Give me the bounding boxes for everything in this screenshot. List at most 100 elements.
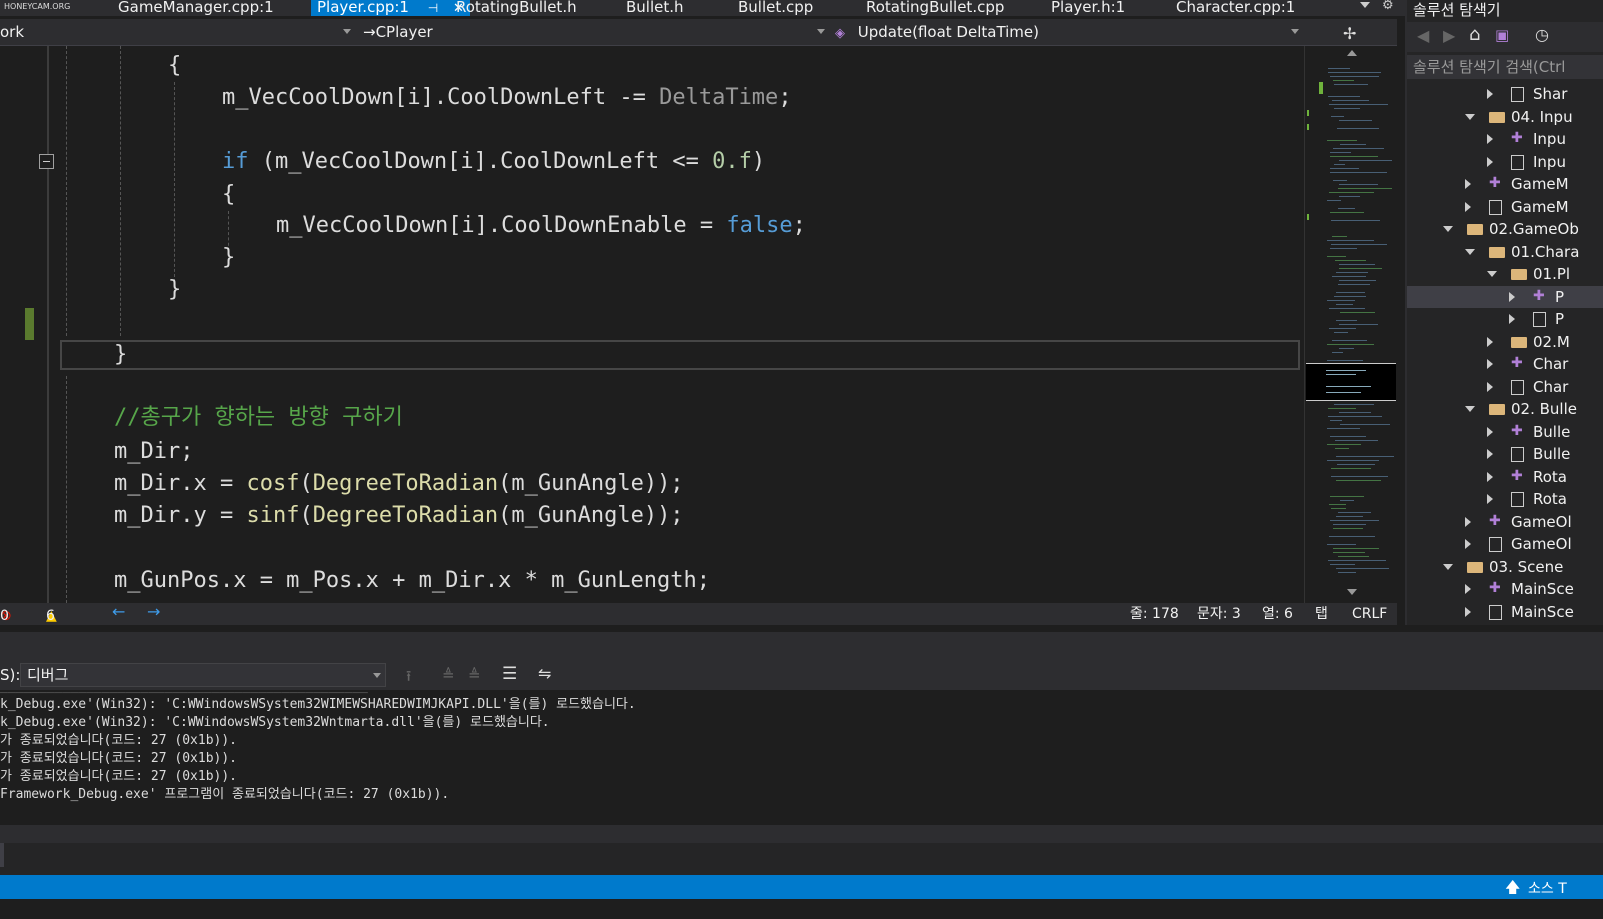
tree-item[interactable]: 01.Pl: [1407, 263, 1603, 285]
collapsed-arrow-icon[interactable]: [1465, 179, 1471, 189]
next-message-icon[interactable]: ≜: [468, 666, 481, 684]
tree-item[interactable]: 02.M: [1407, 331, 1603, 353]
history-icon[interactable]: ◷: [1535, 25, 1549, 44]
previous-message-icon[interactable]: ≜: [442, 666, 455, 684]
tree-item[interactable]: ✚ Inpu: [1407, 128, 1603, 150]
collapsed-arrow-icon[interactable]: [1487, 134, 1493, 144]
collapsed-arrow-icon[interactable]: [1487, 336, 1493, 347]
expanded-arrow-icon[interactable]: [1443, 226, 1453, 232]
tree-item-label: P: [1555, 310, 1565, 328]
collapsed-arrow-icon[interactable]: [1487, 359, 1493, 369]
project-name: ork: [0, 23, 25, 41]
project-dropdown[interactable]: ork: [0, 20, 355, 44]
tree-item[interactable]: GameM: [1407, 196, 1603, 218]
output-source-select[interactable]: 디버그: [20, 663, 386, 687]
tree-item[interactable]: Shar: [1407, 83, 1603, 105]
tree-item[interactable]: P: [1407, 308, 1603, 330]
back-icon[interactable]: ◀: [1417, 26, 1429, 45]
cpp-file-icon: ✚: [1511, 467, 1523, 484]
minimap-line: [1340, 424, 1390, 425]
collapsed-arrow-icon[interactable]: [1487, 494, 1493, 504]
indent-guide: [66, 376, 67, 603]
tab-player-h[interactable]: Player.h:1: [1051, 0, 1125, 16]
tree-item[interactable]: 02. Bulle: [1407, 398, 1603, 420]
expanded-arrow-icon[interactable]: [1465, 248, 1475, 255]
navigate-forward-icon[interactable]: →: [147, 603, 160, 621]
tree-item[interactable]: 02.GameOb: [1407, 218, 1603, 240]
tree-item[interactable]: 01.Chara: [1407, 241, 1603, 263]
home-icon[interactable]: ⌂: [1469, 24, 1480, 45]
tab-overflow-icon[interactable]: [1360, 2, 1370, 8]
tab-gamemanager-cpp[interactable]: GameManager.cpp:1: [118, 0, 274, 16]
source-control-button[interactable]: 소스 T: [1528, 878, 1567, 898]
expanded-arrow-icon[interactable]: [1487, 271, 1497, 277]
collapsed-arrow-icon[interactable]: [1465, 606, 1471, 617]
tree-item[interactable]: ✚ Rota: [1407, 466, 1603, 488]
method-icon: ◈: [835, 26, 845, 41]
collapsed-arrow-icon[interactable]: [1487, 449, 1493, 459]
output-text[interactable]: ________________________________________…: [0, 690, 1603, 825]
eol-indicator[interactable]: CRLF: [1352, 605, 1387, 623]
expanded-arrow-icon[interactable]: [1465, 113, 1475, 120]
collapsed-arrow-icon[interactable]: [1487, 89, 1493, 99]
scroll-thumb[interactable]: [1306, 363, 1396, 401]
pin-icon[interactable]: ⊣: [428, 1, 438, 15]
scrollbar-map[interactable]: [1304, 46, 1398, 603]
expanded-arrow-icon[interactable]: [1465, 406, 1475, 412]
find-message-icon[interactable]: ⭱: [406, 666, 411, 691]
collapse-icon[interactable]: [39, 154, 54, 169]
tree-item[interactable]: 03. Scene: [1407, 556, 1603, 578]
tab-bullet-h[interactable]: Bullet.h: [626, 0, 684, 16]
class-dropdown[interactable]: →CPlayer: [363, 20, 829, 44]
gear-icon[interactable]: ⚙: [1382, 0, 1394, 13]
word-wrap-icon[interactable]: ⇋: [538, 664, 551, 683]
tree-item[interactable]: ✚ P: [1407, 285, 1603, 308]
collapsed-arrow-icon[interactable]: [1487, 471, 1493, 482]
collapsed-arrow-icon[interactable]: [1465, 201, 1471, 212]
tree-item-label: 02.GameOb: [1489, 220, 1579, 238]
tab-bullet-cpp[interactable]: Bullet.cpp: [738, 0, 813, 16]
clear-all-icon[interactable]: ☰: [502, 664, 517, 684]
output-horizontal-scrollbar[interactable]: [0, 825, 1603, 843]
scroll-down-icon[interactable]: [1347, 589, 1357, 595]
tree-item[interactable]: Inpu: [1407, 151, 1603, 173]
collapsed-arrow-icon[interactable]: [1465, 539, 1471, 549]
collapsed-arrow-icon[interactable]: [1487, 156, 1493, 167]
tree-item[interactable]: 04. Inpu: [1407, 106, 1603, 128]
switch-views-icon[interactable]: ▣: [1495, 26, 1509, 44]
collapsed-arrow-icon[interactable]: [1509, 314, 1515, 324]
expanded-arrow-icon[interactable]: [1443, 563, 1453, 570]
collapsed-arrow-icon[interactable]: [1487, 381, 1493, 392]
solution-search-input[interactable]: 솔루션 탐색기 검색(Ctrl: [1407, 55, 1603, 79]
scroll-up-icon[interactable]: [1347, 50, 1357, 56]
split-window-button[interactable]: ✢: [1305, 19, 1397, 46]
code-editor[interactable]: { m_VecCoolDown[i].CoolDownLeft -= Delta…: [0, 46, 1304, 603]
minimap-line: [1339, 196, 1360, 197]
tree-item[interactable]: MainSce: [1407, 601, 1603, 623]
tab-player-cpp[interactable]: Player.cpp:1 ⊣ ✕: [311, 0, 470, 16]
tree-item[interactable]: ✚ Char: [1407, 353, 1603, 375]
tab-rotatingbullet-h[interactable]: RotatingBullet.h: [456, 0, 577, 16]
tree-item[interactable]: GameOl: [1407, 533, 1603, 555]
tree-item[interactable]: Char: [1407, 376, 1603, 398]
collapsed-arrow-icon[interactable]: [1509, 291, 1515, 302]
tree-item[interactable]: ✚ Bulle: [1407, 421, 1603, 443]
tab-rotatingbullet-cpp[interactable]: RotatingBullet.cpp: [866, 0, 1004, 16]
tab-indicator[interactable]: 탭: [1315, 605, 1328, 623]
tab-character-cpp[interactable]: Character.cpp:1: [1176, 0, 1295, 16]
collapsed-arrow-icon[interactable]: [1465, 584, 1471, 594]
minimap-line: [1327, 544, 1356, 545]
tree-item[interactable]: Rota: [1407, 488, 1603, 510]
tree-item[interactable]: ✚ MainSce: [1407, 578, 1603, 600]
forward-icon[interactable]: ▶: [1443, 26, 1455, 45]
tree-item[interactable]: Bulle: [1407, 443, 1603, 465]
minimap-line: [1335, 260, 1366, 261]
tree-item[interactable]: ✚ GameOl: [1407, 511, 1603, 533]
member-dropdown[interactable]: ◈ Update(float DeltaTime): [835, 20, 1305, 44]
collapsed-arrow-icon[interactable]: [1487, 426, 1493, 437]
navigate-back-icon[interactable]: ←: [112, 603, 125, 621]
minimap-line: [1336, 516, 1363, 517]
tree-item-label: GameOl: [1511, 535, 1572, 553]
tree-item[interactable]: ✚ GameM: [1407, 173, 1603, 195]
collapsed-arrow-icon[interactable]: [1465, 516, 1471, 527]
